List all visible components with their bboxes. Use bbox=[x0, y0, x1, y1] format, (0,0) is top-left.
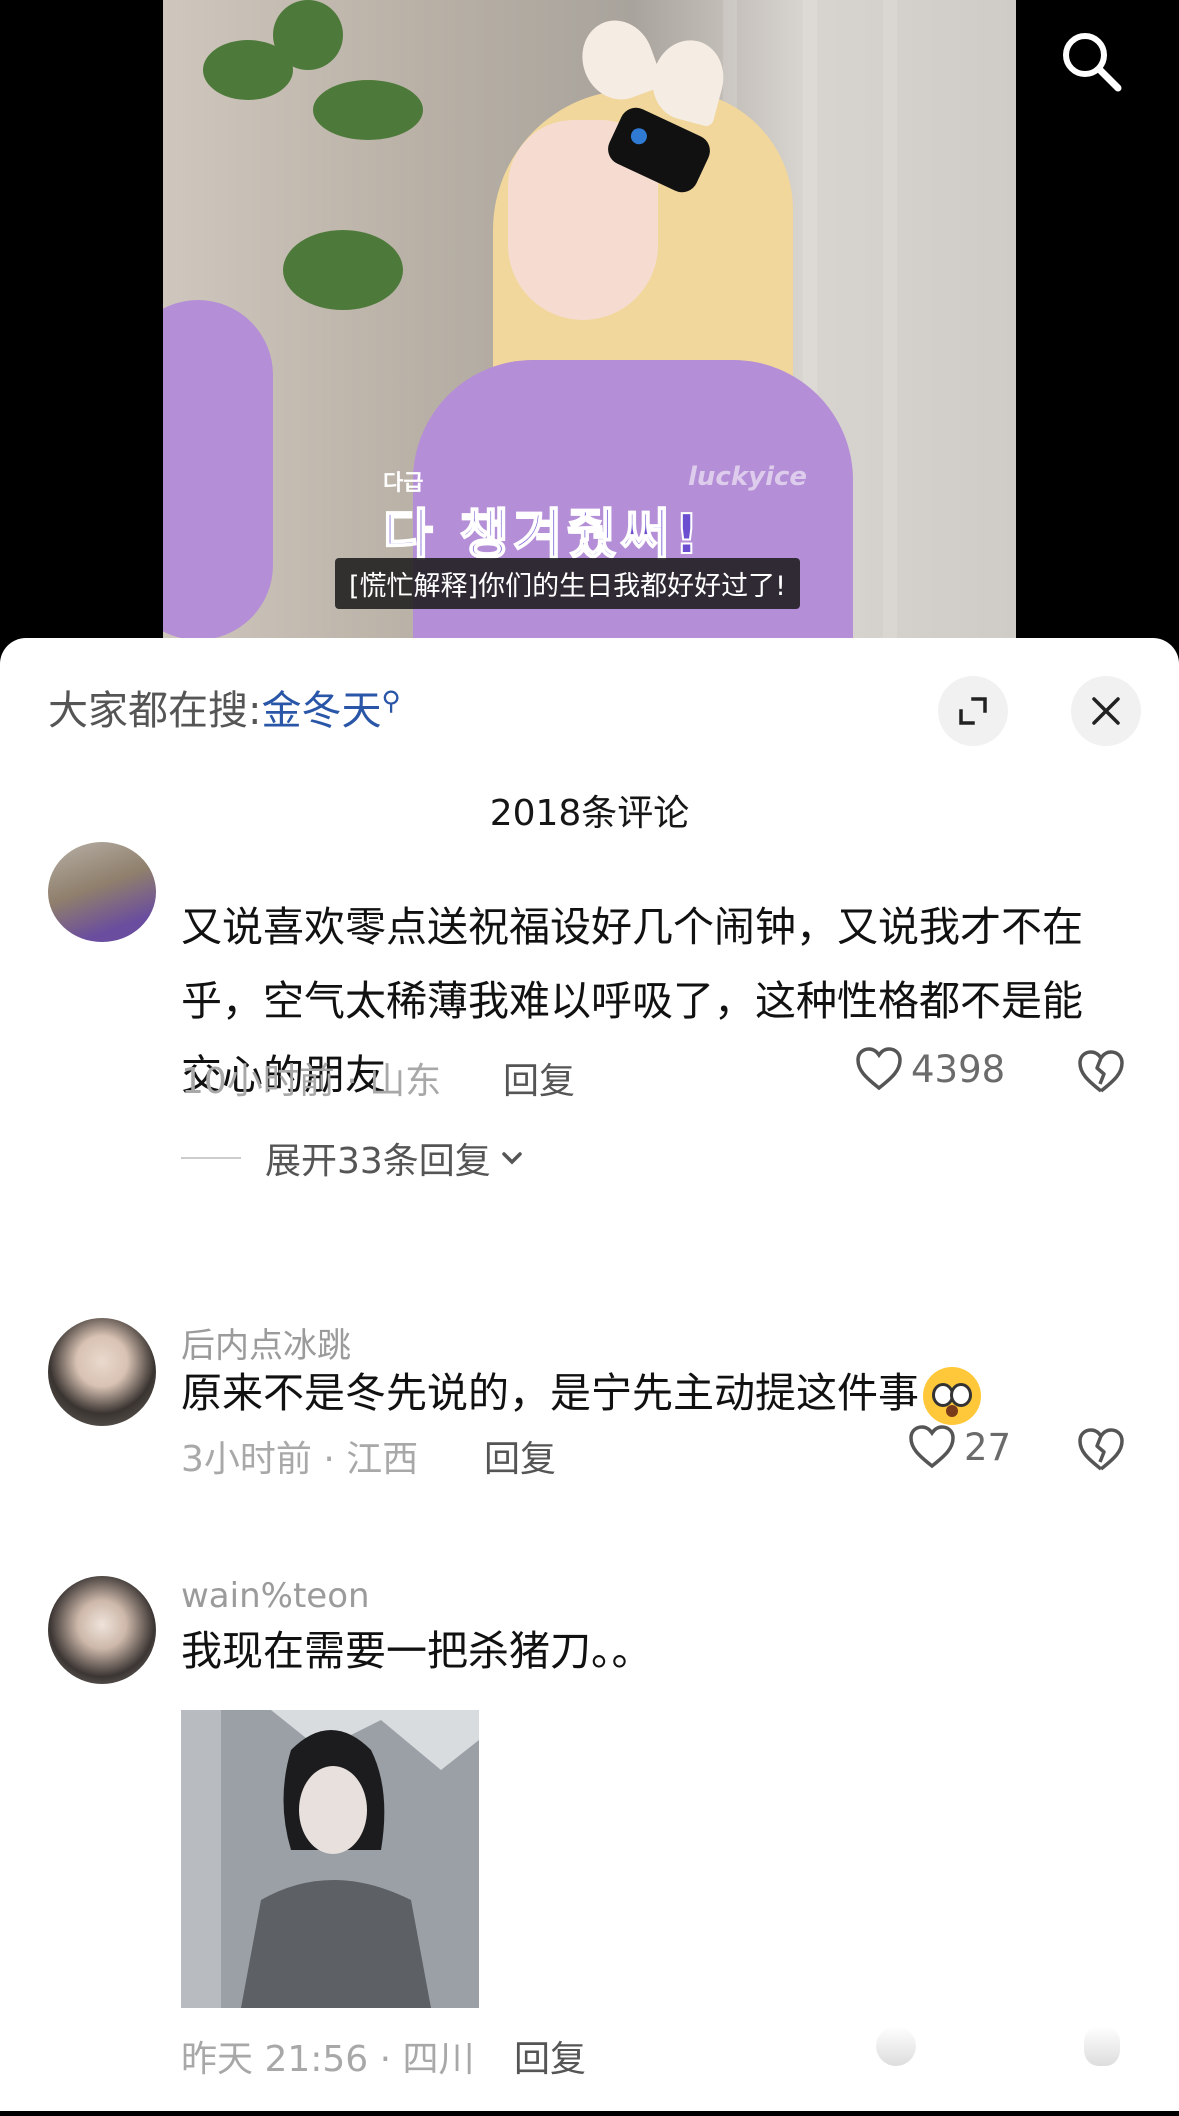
comment-item: wain%teon 我现在需要一把杀猪刀。。 昨天 21:56 · 四川 回复 bbox=[0, 1576, 1179, 2116]
astonished-emoji-icon bbox=[923, 1367, 981, 1425]
expand-replies-label: 展开33条回复 bbox=[265, 1141, 491, 1182]
reply-button[interactable]: 回复 bbox=[503, 1052, 575, 1104]
comment-item: 又说喜欢零点送祝福设好几个闹钟，又说我才不在乎，空气太稀薄我难以呼吸了，这种性格… bbox=[0, 842, 1179, 1230]
avatar[interactable] bbox=[48, 1576, 156, 1684]
comment-image[interactable] bbox=[181, 1710, 479, 2008]
comment-photo-art bbox=[181, 1710, 479, 2008]
heart-icon bbox=[909, 1425, 955, 1469]
comment-time-location: 10小时前 · 山东 bbox=[181, 1061, 442, 1102]
like-button-faded[interactable] bbox=[876, 2026, 916, 2066]
avatar[interactable] bbox=[48, 1318, 156, 1426]
heart-icon bbox=[856, 1047, 902, 1091]
avatar[interactable] bbox=[48, 842, 156, 942]
comment-text-content: 原来不是冬先说的，是宁先主动提这件事 bbox=[181, 1369, 919, 1417]
like-button[interactable]: 4398 bbox=[855, 1046, 1005, 1092]
comment-time-location: 3小时前 · 江西 bbox=[181, 1439, 419, 1480]
person-left bbox=[163, 300, 273, 640]
reply-button[interactable]: 回复 bbox=[484, 1430, 556, 1482]
hot-search-term[interactable]: 金冬天 bbox=[261, 688, 381, 734]
close-button[interactable] bbox=[1071, 676, 1141, 746]
chevron-down-icon bbox=[502, 1152, 522, 1165]
comment-text: 我现在需要一把杀猪刀。。 bbox=[181, 1627, 653, 1675]
hot-search-bar[interactable]: 大家都在搜:金冬天⚲ bbox=[48, 678, 401, 736]
comment-item: 后内点冰跳 原来不是冬先说的，是宁先主动提这件事 3小时前 · 江西 回复 27 bbox=[0, 1318, 1179, 1498]
video-subtitle: [慌忙解释]你们的生日我都好好过了! bbox=[335, 558, 800, 609]
expand-divider bbox=[181, 1157, 241, 1159]
comment-sheet: 大家都在搜:金冬天⚲ 2018条评论 又说喜欢零点送祝福设好几个闹钟，又说我才不… bbox=[0, 638, 1179, 2111]
expand-replies-button[interactable]: 展开33条回复 bbox=[181, 1132, 527, 1184]
dislike-button-faded[interactable] bbox=[1084, 2026, 1120, 2066]
search-button[interactable] bbox=[1056, 26, 1126, 96]
video-frame[interactable]: luckyice 다급 다 챙겨줬써! bbox=[163, 0, 1016, 640]
comment-text: 原来不是冬先说的，是宁先主动提这件事 bbox=[181, 1356, 1111, 1430]
like-button[interactable]: 27 bbox=[908, 1424, 1011, 1470]
search-icon bbox=[1063, 33, 1122, 92]
comment-username[interactable]: wain%teon bbox=[181, 1576, 370, 1616]
minimize-icon bbox=[959, 697, 987, 725]
video-player[interactable]: luckyice 다급 다 챙겨줬써! [慌忙解释]你们的生日我都好好过了! bbox=[0, 0, 1179, 660]
hot-search-prefix: 大家都在搜: bbox=[48, 688, 262, 734]
reply-button[interactable]: 回复 bbox=[514, 2030, 586, 2082]
plant-leaf bbox=[283, 230, 403, 310]
plant-leaf bbox=[273, 0, 343, 70]
like-count: 27 bbox=[964, 1425, 1012, 1469]
comment-count-title: 2018条评论 bbox=[489, 793, 690, 834]
broken-heart-icon[interactable] bbox=[1076, 1424, 1126, 1474]
minimize-button[interactable] bbox=[938, 676, 1008, 746]
watermark: luckyice bbox=[688, 462, 808, 492]
broken-heart-icon[interactable] bbox=[1076, 1046, 1126, 1096]
plant-leaf bbox=[313, 80, 423, 140]
small-search-icon: ⚲ bbox=[381, 686, 401, 717]
comment-time-location: 昨天 21:56 · 四川 bbox=[181, 2039, 475, 2080]
curtain-decor bbox=[883, 0, 897, 640]
like-count: 4398 bbox=[911, 1047, 1006, 1091]
close-icon bbox=[1092, 697, 1120, 725]
